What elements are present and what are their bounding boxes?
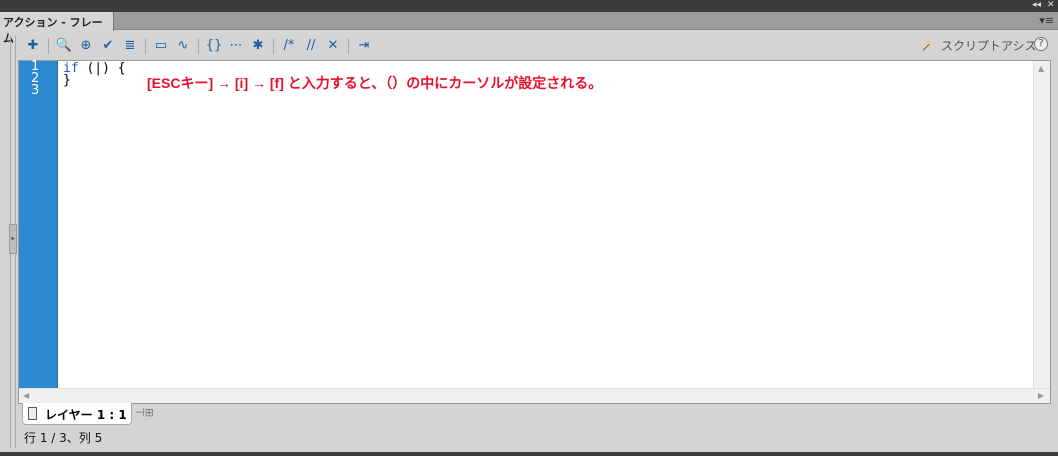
remove-comment-button[interactable]: ✕ xyxy=(324,37,342,55)
code-area[interactable]: if (|) { } xyxy=(63,61,126,99)
toolbox-expand-handle[interactable]: ▸ xyxy=(9,224,17,254)
debug-options-icon: ∿ xyxy=(177,38,189,53)
layer-icon xyxy=(28,407,37,420)
code-line: if (|) { xyxy=(63,61,126,76)
auto-format-icon: ≣ xyxy=(124,38,136,53)
script-assist-button[interactable]: 🪄 スクリプトアシスト xyxy=(920,37,1048,54)
debug-options-button[interactable]: ∿ xyxy=(174,37,192,55)
scroll-left-icon[interactable]: ◀ xyxy=(23,391,29,400)
collapse-between-braces-button[interactable]: {} xyxy=(205,37,223,55)
tab-actions-frame[interactable]: アクション - フレーム xyxy=(0,12,114,45)
check-syntax-button[interactable]: ✔ xyxy=(99,37,117,55)
collapse-between-braces-icon: {} xyxy=(205,38,223,53)
check-syntax-icon: ✔ xyxy=(102,38,114,53)
collapse-panel-icon[interactable]: ◂◂ xyxy=(1032,0,1041,10)
scroll-right-icon[interactable]: ▶ xyxy=(1038,391,1044,400)
pin-script-icon[interactable]: ⊣⊞ xyxy=(135,406,154,419)
toolbar: ✚ 🔍 ⊕ ✔ ≣ ▭ ∿ {} ⋯ ✱ /* // ✕ ⇥ xyxy=(24,35,373,57)
annotation-text: [ESCキー] → [i] → [f] と入力すると、（）の中にカーソルが設定さ… xyxy=(147,75,603,91)
code-hint-button[interactable]: ▭ xyxy=(152,37,170,55)
target-path-button[interactable]: ⊕ xyxy=(77,37,95,55)
apply-line-comment-icon: // xyxy=(306,38,316,53)
collapse-selection-button[interactable]: ⋯ xyxy=(227,37,245,55)
apply-block-comment-button[interactable]: /* xyxy=(280,37,298,55)
add-action-button[interactable]: ✚ xyxy=(24,37,42,55)
apply-line-comment-button[interactable]: // xyxy=(302,37,320,55)
bottom-border xyxy=(0,452,1058,456)
panel-menu-icon[interactable]: ▾≡ xyxy=(1039,14,1054,27)
target-path-icon: ⊕ xyxy=(80,38,92,53)
status-bar: 行 1 / 3、列 5 xyxy=(24,431,103,445)
find-button[interactable]: 🔍 xyxy=(55,37,73,55)
script-assist-label: スクリプトアシスト xyxy=(940,39,1049,53)
horizontal-scrollbar[interactable]: ◀ ▶ xyxy=(19,388,1050,403)
find-icon: 🔍 xyxy=(55,38,73,53)
collapse-selection-icon: ⋯ xyxy=(229,38,243,53)
line-number-gutter: 1 2 3 xyxy=(19,60,58,389)
auto-format-button[interactable]: ≣ xyxy=(121,37,139,55)
code-line: } xyxy=(63,73,71,88)
show-hide-toolbox-button[interactable]: ⇥ xyxy=(355,37,373,55)
toolbar-separator xyxy=(145,38,146,54)
apply-block-comment-icon: /* xyxy=(283,38,295,53)
add-action-icon: ✚ xyxy=(27,38,39,53)
scroll-up-icon[interactable]: ▲ xyxy=(1038,64,1044,73)
script-editor[interactable]: 1 2 3 if (|) { } [ESCキー] → [i] → [f] と入力… xyxy=(18,60,1051,404)
magic-wand-icon: 🪄 xyxy=(920,38,935,53)
show-hide-toolbox-icon: ⇥ xyxy=(358,38,370,53)
remove-comment-icon: ✕ xyxy=(327,38,339,53)
toolbar-separator xyxy=(273,38,274,54)
help-icon[interactable]: ? xyxy=(1034,37,1048,51)
close-icon[interactable]: ✕ xyxy=(1047,0,1055,10)
tab-row xyxy=(0,12,1058,30)
toolbar-separator xyxy=(348,38,349,54)
expand-all-button[interactable]: ✱ xyxy=(249,37,267,55)
code-hint-icon: ▭ xyxy=(154,38,168,53)
toolbar-separator xyxy=(198,38,199,54)
vertical-scrollbar[interactable]: ▲ xyxy=(1033,61,1050,389)
window-titlebar: ◂◂ ✕ xyxy=(0,0,1058,12)
expand-all-icon: ✱ xyxy=(252,38,264,53)
line-number: 3 xyxy=(31,83,40,98)
toolbar-separator xyxy=(48,38,49,54)
layer-tab[interactable]: レイヤー 1 : 1 xyxy=(22,403,132,425)
